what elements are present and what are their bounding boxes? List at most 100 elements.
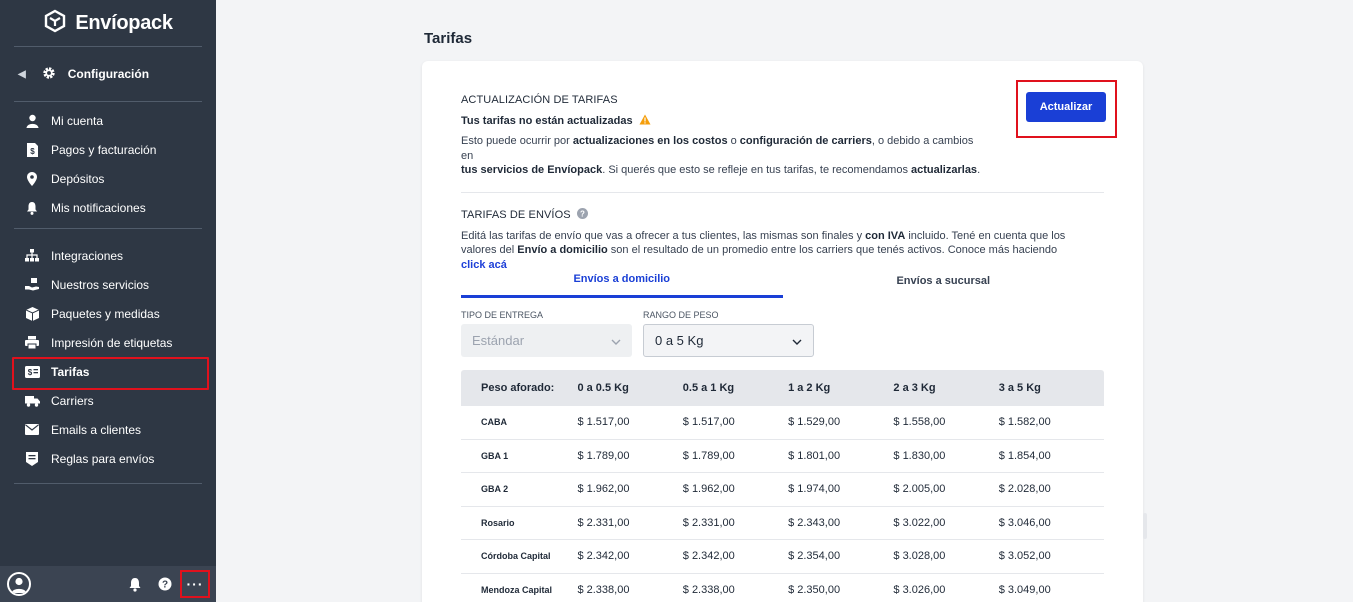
column-header: 3 a 5 Kg [998, 382, 1041, 394]
price-cell[interactable]: $ 1.962,00 [683, 483, 788, 495]
price-cell[interactable]: $ 1.789,00 [577, 450, 682, 462]
table-row: Mendoza Capital $ 2.338,00 $ 2.338,00 $ 2.3… [461, 574, 1104, 602]
weight-range-value: 0 a 5 Kg [655, 333, 704, 348]
sidebar-item-integraciones[interactable]: Integraciones [0, 241, 216, 270]
price-cell[interactable]: $ 3.028,00 [893, 550, 998, 562]
sidebar-item-depositos[interactable]: Depósitos [0, 164, 216, 193]
column-header: 0 a 0.5 Kg [577, 382, 629, 394]
divider [461, 191, 1104, 193]
price-cell[interactable]: $ 2.331,00 [683, 517, 788, 529]
brand-logo[interactable]: Envíopack [0, 0, 216, 46]
config-label: Configuración [67, 67, 150, 81]
price-cell[interactable]: $ 1.582,00 [999, 416, 1104, 428]
config-back-button[interactable]: ◀ Configuración [0, 47, 216, 101]
bell-icon[interactable] [120, 569, 150, 599]
help-icon[interactable]: ? [150, 569, 180, 599]
scrollbar-thumb[interactable] [1143, 513, 1147, 539]
rates-section-title: TARIFAS DE ENVÍOS ? [461, 207, 1104, 222]
sidebar-item-label: Pagos y facturación [51, 142, 157, 157]
rates-card: ACTUALIZACIÓN DE TARIFAS Tus tarifas no … [422, 61, 1143, 602]
sidebar-item-label: Mis notificaciones [51, 200, 146, 215]
price-cell[interactable]: $ 1.801,00 [788, 450, 893, 462]
price-cell[interactable]: $ 2.342,00 [683, 550, 788, 562]
table-row: CABA $ 1.517,00 $ 1.517,00 $ 1.529,00 $ 1.55… [461, 406, 1104, 440]
sidebar: Envíopack ◀ Configuración Mi cuenta $ Pago… [0, 0, 216, 602]
price-cell[interactable]: $ 3.022,00 [893, 517, 998, 529]
price-cell[interactable]: $ 1.517,00 [683, 416, 788, 428]
sidebar-item-label: Depósitos [51, 171, 105, 186]
sidebar-item-label: Nuestros servicios [51, 277, 150, 292]
zone-cell: CABA [481, 417, 507, 428]
price-cell[interactable]: $ 3.046,00 [999, 517, 1104, 529]
price-cell[interactable]: $ 1.558,00 [893, 416, 998, 428]
sidebar-item-nuestros-servicios[interactable]: Nuestros servicios [0, 270, 216, 299]
table-body: CABA $ 1.517,00 $ 1.517,00 $ 1.529,00 $ 1.55… [461, 406, 1104, 602]
text: son el resultado de un promedio entre lo… [607, 244, 1058, 256]
text-bold: actualizaciones en los costos [572, 135, 728, 147]
warning-text: Tus tarifas no están actualizadas [461, 115, 633, 127]
brand-name: Envíopack [75, 11, 173, 34]
price-cell[interactable]: $ 2.338,00 [577, 584, 682, 596]
price-cell[interactable]: $ 1.517,00 [577, 416, 682, 428]
price-cell[interactable]: $ 2.005,00 [893, 483, 998, 495]
sidebar-item-mi-cuenta[interactable]: Mi cuenta [0, 106, 216, 135]
table-row: GBA 1 $ 1.789,00 $ 1.789,00 $ 1.801,00 $ 1.8… [461, 440, 1104, 473]
delivery-type-select: Estándar [461, 324, 632, 357]
price-cell[interactable]: $ 1.974,00 [788, 483, 893, 495]
price-cell[interactable]: $ 1.962,00 [577, 483, 682, 495]
price-cell[interactable]: $ 2.354,00 [788, 550, 893, 562]
sidebar-item-mis-notificaciones[interactable]: Mis notificaciones [0, 193, 216, 222]
tab-home-delivery[interactable]: Envíos a domicilio [461, 263, 783, 298]
table-row: GBA 2 $ 1.962,00 $ 1.962,00 $ 1.974,00 $ 2.0… [461, 473, 1104, 507]
sidebar-item-tarifas[interactable]: $ Tarifas [0, 357, 216, 390]
price-cell[interactable]: $ 2.343,00 [788, 517, 893, 529]
envio-pack-logo-icon [43, 9, 67, 38]
sidebar-item-impresion-de-etiquetas[interactable]: Impresión de etiquetas [0, 328, 216, 357]
text-bold: Envío a domicilio [517, 244, 608, 256]
sidebar-item-label: Paquetes y medidas [51, 306, 160, 321]
user-icon [24, 113, 40, 129]
update-description: Esto puede ocurrir por actualizaciones e… [461, 134, 981, 178]
help-circle-icon[interactable]: ? [576, 207, 588, 222]
box-icon [24, 306, 40, 322]
envelope-icon [24, 422, 40, 438]
price-cell[interactable]: $ 1.830,00 [893, 450, 998, 462]
price-cell[interactable]: $ 1.789,00 [683, 450, 788, 462]
filters: TIPO DE ENTREGA Estándar RANGO DE PESO 0… [461, 310, 814, 357]
nav-group-account: Mi cuenta $ Pagos y facturación Depósitos Mi… [0, 102, 216, 228]
column-header: 1 a 2 Kg [788, 382, 831, 394]
sidebar-item-reglas-para-envios[interactable]: Reglas para envíos [0, 444, 216, 473]
price-cell[interactable]: $ 3.049,00 [999, 584, 1104, 596]
weight-range-select[interactable]: 0 a 5 Kg [643, 324, 814, 357]
sitemap-icon [24, 248, 40, 264]
sidebar-item-carriers[interactable]: Carriers [0, 386, 216, 415]
zone-cell: GBA 1 [481, 450, 509, 461]
sidebar-item-paquetes-y-medidas[interactable]: Paquetes y medidas [0, 299, 216, 328]
price-cell[interactable]: $ 1.529,00 [788, 416, 893, 428]
more-options-button[interactable]: ··· [180, 570, 210, 598]
svg-text:?: ? [580, 209, 585, 218]
sidebar-item-label: Integraciones [51, 248, 124, 263]
text: Esto puede ocurrir por [461, 135, 573, 147]
price-cell[interactable]: $ 2.028,00 [999, 483, 1104, 495]
page-title: Tarifas [424, 30, 473, 47]
divider [14, 483, 202, 484]
update-rates-button[interactable]: Actualizar [1026, 92, 1106, 122]
price-cell[interactable]: $ 1.854,00 [999, 450, 1104, 462]
price-cell[interactable]: $ 2.342,00 [577, 550, 682, 562]
svg-text:?: ? [162, 580, 168, 591]
price-cell[interactable]: $ 2.338,00 [683, 584, 788, 596]
price-cell[interactable]: $ 2.331,00 [577, 517, 682, 529]
text-bold: con IVA [865, 229, 906, 242]
sidebar-item-emails-a-clientes[interactable]: Emails a clientes [0, 415, 216, 444]
avatar[interactable] [7, 572, 31, 596]
price-cell[interactable]: $ 3.052,00 [999, 550, 1104, 562]
rules-icon [24, 451, 40, 467]
rates-title-text: TARIFAS DE ENVÍOS [461, 208, 571, 221]
zone-cell: Rosario [481, 517, 515, 528]
chevron-left-icon: ◀ [18, 68, 26, 80]
price-cell[interactable]: $ 2.350,00 [788, 584, 893, 596]
sidebar-item-pagos-y-facturacion[interactable]: $ Pagos y facturación [0, 135, 216, 164]
tab-branch-delivery[interactable]: Envíos a sucursal [783, 263, 1105, 298]
price-cell[interactable]: $ 3.026,00 [893, 584, 998, 596]
